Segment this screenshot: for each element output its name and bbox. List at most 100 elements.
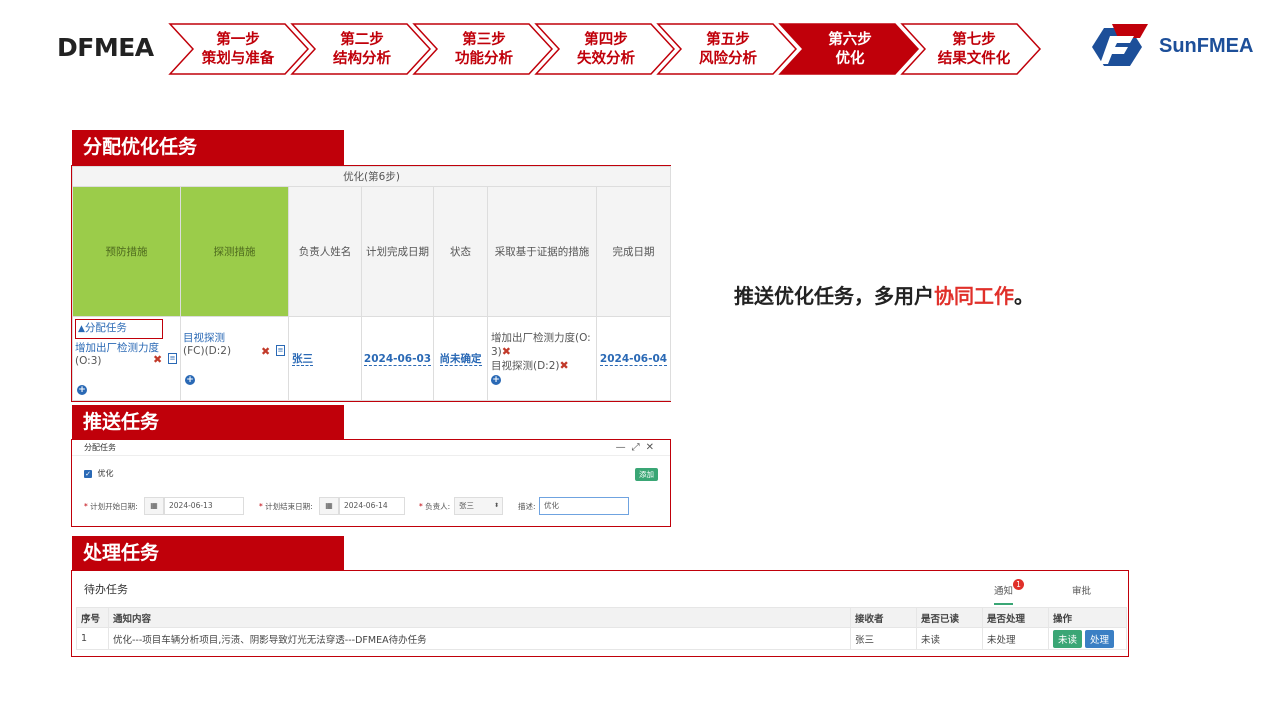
owner-label: * 负责人: <box>419 502 451 511</box>
handle-button[interactable]: 处理 <box>1085 629 1115 648</box>
calendar-icon[interactable]: ▦ <box>319 497 339 515</box>
section-process-header: 处理任务 <box>72 536 344 572</box>
start-date-input[interactable]: 2024-06-13 <box>164 497 244 515</box>
callout-highlight: 协同工作 <box>934 284 1014 308</box>
col-done-date: 完成日期 <box>595 186 672 317</box>
row-content: 优化---项目车辆分析项目,污渍、阴影导致灯光无法穿透---DFMEA待办任务 <box>108 627 851 650</box>
owner-value[interactable]: 张三 <box>292 353 313 366</box>
callout-text: 推送优化任务，多用户协同工作。 <box>734 280 1034 309</box>
add-button[interactable]: 添加 <box>635 468 658 481</box>
step-1[interactable]: 第一步 策划与准备 <box>168 23 310 75</box>
step-2-label: 第二步 <box>340 30 384 48</box>
col-detection: 探测措施 <box>180 186 289 317</box>
page-title: DFMEA <box>57 33 154 62</box>
prevention-rating: (O:3) <box>75 355 102 367</box>
callout-prefix: 推送优化任务，多用户 <box>734 284 934 308</box>
col-actions: 操作 <box>1048 607 1127 628</box>
cell-plan-date: 2024-06-03 <box>361 316 434 401</box>
cell-owner: 张三 <box>288 316 362 401</box>
step-3[interactable]: 第三步 功能分析 <box>412 23 554 75</box>
tab-approve[interactable]: 审批 <box>1072 583 1091 597</box>
assign-task-link[interactable]: ▲分配任务 <box>75 319 163 339</box>
evidence-item-1-text: 增加出厂检测力度(O: <box>491 331 591 344</box>
row-receiver: 张三 <box>850 627 917 650</box>
plan-date-value[interactable]: 2024-06-03 <box>363 352 432 366</box>
col-index: 序号 <box>76 607 109 628</box>
step-6-active[interactable]: 第六步 优化 <box>778 23 920 75</box>
end-date-label: * 计划结束日期: <box>259 502 313 511</box>
dialog-title: 分配任务 <box>72 440 670 456</box>
step-3-label: 第三步 <box>462 30 506 48</box>
brand-logo-text: SunFMEA <box>1159 35 1254 57</box>
todo-table: 序号 通知内容 接收者 是否已读 是否处理 操作 1 优化---项目车辆分析项目… <box>76 607 1127 650</box>
sunfmea-logo-icon <box>1092 24 1148 66</box>
step-4-label: 第四步 <box>584 30 628 48</box>
step-5-label: 第五步 <box>706 30 750 48</box>
document-icon[interactable]: ≡ <box>276 345 285 356</box>
col-content: 通知内容 <box>108 607 851 628</box>
window-controls: —⤢✕ <box>616 442 660 453</box>
step-5[interactable]: 第五步 风险分析 <box>656 23 798 75</box>
checkbox-label: 优化 <box>97 469 114 478</box>
cell-detection: 目视探测 (FC)(D:2) ✖ ≡ + <box>180 316 289 401</box>
bell-icon: ▲ <box>78 324 85 334</box>
table-row: 1 优化---项目车辆分析项目,污渍、阴影导致灯光无法穿透---DFMEA待办任… <box>76 627 1127 650</box>
delete-icon[interactable]: ✖ <box>502 345 511 358</box>
step-7[interactable]: 第七步 结果文件化 <box>900 23 1042 75</box>
row-read: 未读 <box>916 627 983 650</box>
section-assign-header: 分配优化任务 <box>72 130 344 166</box>
optimize-checkbox[interactable]: ✓ <box>84 469 92 478</box>
step-6-label: 第六步 <box>828 30 872 48</box>
document-icon[interactable]: ≡ <box>168 353 177 364</box>
table-group-title: 优化(第6步) <box>71 166 672 187</box>
owner-select[interactable]: 张三 ⬍ <box>454 497 503 515</box>
step-1-subtitle: 策划与准备 <box>201 49 275 67</box>
checkbox-row: ✓ 优化 添加 <box>84 468 658 484</box>
calendar-icon[interactable]: ▦ <box>144 497 164 515</box>
status-value[interactable]: 尚未确定 <box>439 353 482 366</box>
process-steps-bar: 第一步 策划与准备 第二步 结构分析 第三步 功能分析 第四步 失效分析 第五步… <box>168 23 1042 75</box>
detection-action[interactable]: 目视探测 <box>183 330 286 345</box>
detection-rating: (FC)(D:2) <box>183 345 232 357</box>
delete-icon[interactable]: ✖ <box>153 353 162 366</box>
minimize-icon[interactable]: — <box>616 442 632 453</box>
evidence-item-1-rating: 3) <box>491 345 502 358</box>
delete-icon[interactable]: ✖ <box>560 359 569 372</box>
col-plan-date: 计划完成日期 <box>361 186 434 317</box>
col-owner: 负责人姓名 <box>288 186 362 317</box>
unread-button[interactable]: 未读 <box>1053 629 1083 648</box>
start-date-label: * 计划开始日期: <box>84 502 138 511</box>
select-arrows-icon: ⬍ <box>493 502 499 509</box>
step-1-label: 第一步 <box>216 30 260 48</box>
cell-status: 尚未确定 <box>433 316 488 401</box>
step-2-subtitle: 结构分析 <box>333 49 391 67</box>
assign-task-dialog: 分配任务 —⤢✕ ✓ 优化 添加 * 计划开始日期: ▦ 2024-06-13 … <box>71 439 671 527</box>
end-date-input[interactable]: 2024-06-14 <box>339 497 405 515</box>
prevention-action[interactable]: 增加出厂检测力度 <box>75 340 178 355</box>
delete-icon[interactable]: ✖ <box>261 345 270 358</box>
col-read: 是否已读 <box>916 607 983 628</box>
maximize-icon[interactable]: ⤢ <box>632 442 646 453</box>
row-handled: 未处理 <box>982 627 1049 650</box>
done-date-value[interactable]: 2024-06-04 <box>599 352 668 366</box>
add-icon[interactable]: + <box>185 375 195 385</box>
close-icon[interactable]: ✕ <box>646 442 660 453</box>
col-receiver: 接收者 <box>850 607 917 628</box>
description-input[interactable]: 优化 <box>539 497 629 515</box>
step-2[interactable]: 第二步 结构分析 <box>290 23 432 75</box>
description-label: 描述: <box>518 502 536 511</box>
tab-notify[interactable]: 通知 1 <box>994 579 1024 605</box>
cell-prevention: ▲分配任务 增加出厂检测力度 (O:3) ✖ ≡ + <box>72 316 181 401</box>
evidence-item-1: 增加出厂检测力度(O: <box>491 332 593 345</box>
task-tabs: 通知 1 审批 <box>976 577 1116 605</box>
evidence-item-2-text: 目视探测(D:2) <box>491 359 560 372</box>
add-icon[interactable]: + <box>77 385 87 395</box>
owner-select-value: 张三 <box>459 501 474 510</box>
col-prevention: 预防措施 <box>72 186 181 317</box>
optimization-table: 优化(第6步) 预防措施 探测措施 负责人姓名 计划完成日期 状态 采取基于证据… <box>71 165 672 402</box>
callout-suffix: 。 <box>1014 284 1034 308</box>
panel-title: 待办任务 <box>84 583 128 596</box>
section-push-header: 推送任务 <box>72 405 344 441</box>
add-icon[interactable]: + <box>491 374 501 385</box>
step-4[interactable]: 第四步 失效分析 <box>534 23 676 75</box>
